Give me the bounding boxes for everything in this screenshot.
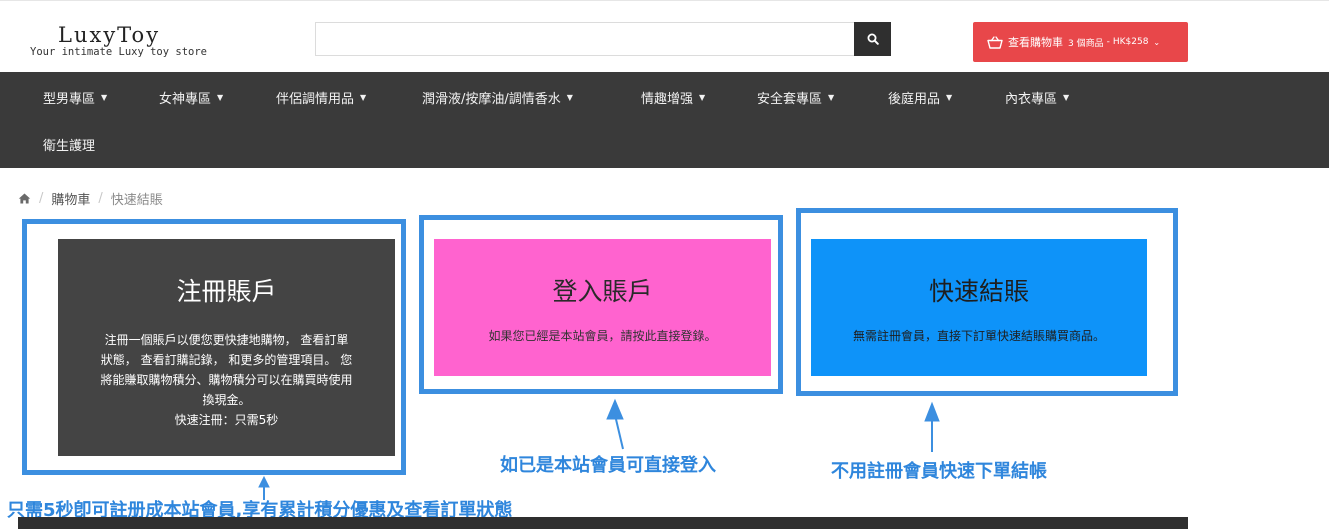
quick-checkout-annotation: 不用註冊會員快速下單結帳 [831,461,1047,482]
annotation-arrows [258,398,940,500]
page: LuxyToy Your intimate Luxy toy store 查看購… [0,0,1329,529]
footer-bar [18,517,1188,529]
login-annotation: 如已是本站會員可直接登入 [500,455,716,476]
